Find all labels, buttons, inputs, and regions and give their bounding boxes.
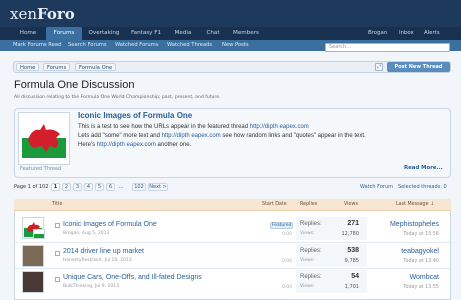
page-link-4[interactable]: 4 bbox=[84, 183, 93, 191]
col-title[interactable]: Title bbox=[52, 202, 62, 207]
tab-fantasy-f1[interactable]: Fantasy F1 bbox=[126, 27, 166, 40]
featured-text: Lets add "some" more text and bbox=[78, 133, 162, 139]
replies-label: Replies: bbox=[300, 274, 322, 280]
next-page-button[interactable]: Next > bbox=[148, 183, 168, 191]
thread-select-checkbox[interactable] bbox=[55, 277, 60, 282]
page-link-1[interactable]: 1 bbox=[51, 183, 60, 191]
thread-start: 0:00 bbox=[282, 232, 292, 237]
row-divider bbox=[15, 242, 450, 243]
tab-overtaking[interactable]: Overtaking bbox=[84, 27, 124, 40]
views-label: Views: bbox=[300, 231, 315, 236]
thread-meta: HonestyRestraint, Jul 10, 2013 bbox=[63, 258, 132, 263]
avatar[interactable] bbox=[22, 271, 44, 293]
last-post-date[interactable]: Today at 13:40 bbox=[379, 259, 439, 264]
watched-forums-link[interactable]: Watched Forums bbox=[115, 40, 158, 51]
alerts-link[interactable]: Alerts bbox=[424, 27, 440, 40]
reply-count: 54 bbox=[351, 273, 359, 280]
watched-threads-link[interactable]: Watched Threads bbox=[167, 40, 212, 51]
view-count: 1,701 bbox=[344, 284, 359, 290]
views-label: Views: bbox=[300, 258, 315, 263]
featured-link[interactable]: http://dipth eapex.com bbox=[97, 142, 156, 148]
thread-select-checkbox[interactable] bbox=[55, 223, 60, 228]
tab-media[interactable]: Media bbox=[168, 27, 198, 40]
page-link-2[interactable]: 2 bbox=[62, 183, 71, 191]
page-ellipsis: ... bbox=[119, 184, 124, 190]
thread-start: 0:00 bbox=[282, 259, 292, 264]
featured-text-line-2: Lets add "some" more text and http://dip… bbox=[78, 133, 366, 139]
view-count: 12,780 bbox=[341, 231, 360, 237]
featured-text: see how random links and "quotes" appear… bbox=[220, 133, 366, 139]
featured-text-line-3: Here's http://dipth eapex.com another on… bbox=[78, 142, 191, 148]
thread-select-checkbox[interactable] bbox=[55, 251, 60, 256]
read-more-link[interactable]: Read More... bbox=[404, 165, 443, 171]
post-new-thread-button[interactable]: Post New Thread bbox=[387, 62, 450, 72]
inbox-link[interactable]: Inbox bbox=[399, 27, 414, 40]
last-poster[interactable]: teabagyokel bbox=[359, 248, 439, 255]
page-link-3[interactable]: 3 bbox=[73, 183, 82, 191]
col-replies[interactable]: Replies bbox=[300, 202, 317, 207]
search-input[interactable]: Search... bbox=[325, 43, 450, 52]
tab-home[interactable]: Home bbox=[12, 27, 44, 40]
avatar[interactable] bbox=[22, 245, 44, 267]
last-post-date[interactable]: Today at 13:55 bbox=[379, 285, 439, 290]
view-count: 9,785 bbox=[344, 258, 359, 264]
new-posts-link[interactable]: New Posts bbox=[222, 40, 249, 51]
col-start-date[interactable]: Start Date bbox=[262, 202, 287, 207]
thread-start: 0:00 bbox=[282, 285, 292, 290]
reply-count: 538 bbox=[347, 247, 359, 254]
page-title: Formula One Discussion bbox=[14, 79, 135, 91]
reply-count: 271 bbox=[347, 220, 359, 227]
breadcrumb-home[interactable]: Home bbox=[16, 63, 40, 71]
page-description: All discussion relating to the Formula O… bbox=[14, 95, 221, 100]
featured-flag-icon bbox=[33, 229, 45, 239]
replies-label: Replies: bbox=[300, 221, 322, 227]
thread-meta: Brogan, Aug 5, 2013 bbox=[63, 231, 110, 236]
replies-label: Replies: bbox=[300, 248, 322, 254]
tab-members[interactable]: Members bbox=[228, 27, 264, 40]
rss-icon[interactable]: ⤢ bbox=[375, 63, 383, 71]
featured-text: Here's bbox=[78, 142, 97, 148]
wales-flag-icon[interactable] bbox=[22, 118, 66, 158]
featured-text-line-1: This is a test to see how the URLs appea… bbox=[78, 124, 309, 130]
site-logo[interactable]: xenForo bbox=[10, 5, 75, 23]
breadcrumb-formula-one[interactable]: Formula One bbox=[75, 63, 117, 71]
page-link-102[interactable]: 102 bbox=[132, 183, 146, 191]
thread-title[interactable]: Unique Cars, One-Offs, and Ill-fated Des… bbox=[63, 274, 202, 281]
featured-thread-label: Featured Thread bbox=[20, 166, 62, 172]
thread-title[interactable]: 2014 driver line up market bbox=[63, 248, 144, 255]
last-post-date[interactable]: Today at 15:56 bbox=[379, 232, 439, 237]
logo-text-bold: Foro bbox=[37, 5, 75, 23]
watch-forum-link[interactable]: Watch Forum bbox=[360, 184, 393, 190]
featured-text: This is a test to see how the URLs appea… bbox=[78, 124, 250, 130]
featured-link[interactable]: http://dipth eapex.com bbox=[162, 133, 221, 139]
page-link-5[interactable]: 5 bbox=[95, 183, 104, 191]
last-poster[interactable]: Wombcat bbox=[359, 274, 439, 281]
thread-list-header bbox=[14, 199, 451, 211]
page-link-6[interactable]: 6 bbox=[106, 183, 115, 191]
featured-link[interactable]: http://dipth eapex.com bbox=[250, 124, 309, 130]
breadcrumb-forums[interactable]: Forums bbox=[43, 63, 71, 71]
views-label: Views: bbox=[300, 284, 315, 289]
col-views[interactable]: Views bbox=[344, 202, 358, 207]
search-forums-link[interactable]: Search Forums bbox=[68, 40, 107, 51]
logo-text-light: xen bbox=[10, 5, 37, 23]
featured-thread-title[interactable]: Iconic Images of Formula One bbox=[78, 111, 192, 120]
mark-forums-read-link[interactable]: Mark Forums Read bbox=[13, 40, 61, 51]
tab-forums[interactable]: Forums bbox=[46, 27, 82, 40]
col-last-message[interactable]: Last Message ↓ bbox=[396, 202, 434, 207]
row-divider bbox=[15, 268, 450, 269]
thread-meta: BulkThinking, Jul 9, 2013 bbox=[63, 284, 119, 289]
tab-chat[interactable]: Chat bbox=[200, 27, 226, 40]
last-poster[interactable]: Mephistopheles bbox=[359, 221, 439, 228]
thread-title[interactable]: Iconic Images of Formula One bbox=[63, 221, 157, 228]
user-link[interactable]: Brogan bbox=[368, 27, 387, 40]
featured-text: another one. bbox=[155, 142, 192, 148]
featured-badge: Featured bbox=[270, 222, 294, 229]
selected-threads-link[interactable]: Selected threads: 0 bbox=[398, 184, 447, 190]
page-count: Page 1 of 102 bbox=[14, 184, 49, 190]
